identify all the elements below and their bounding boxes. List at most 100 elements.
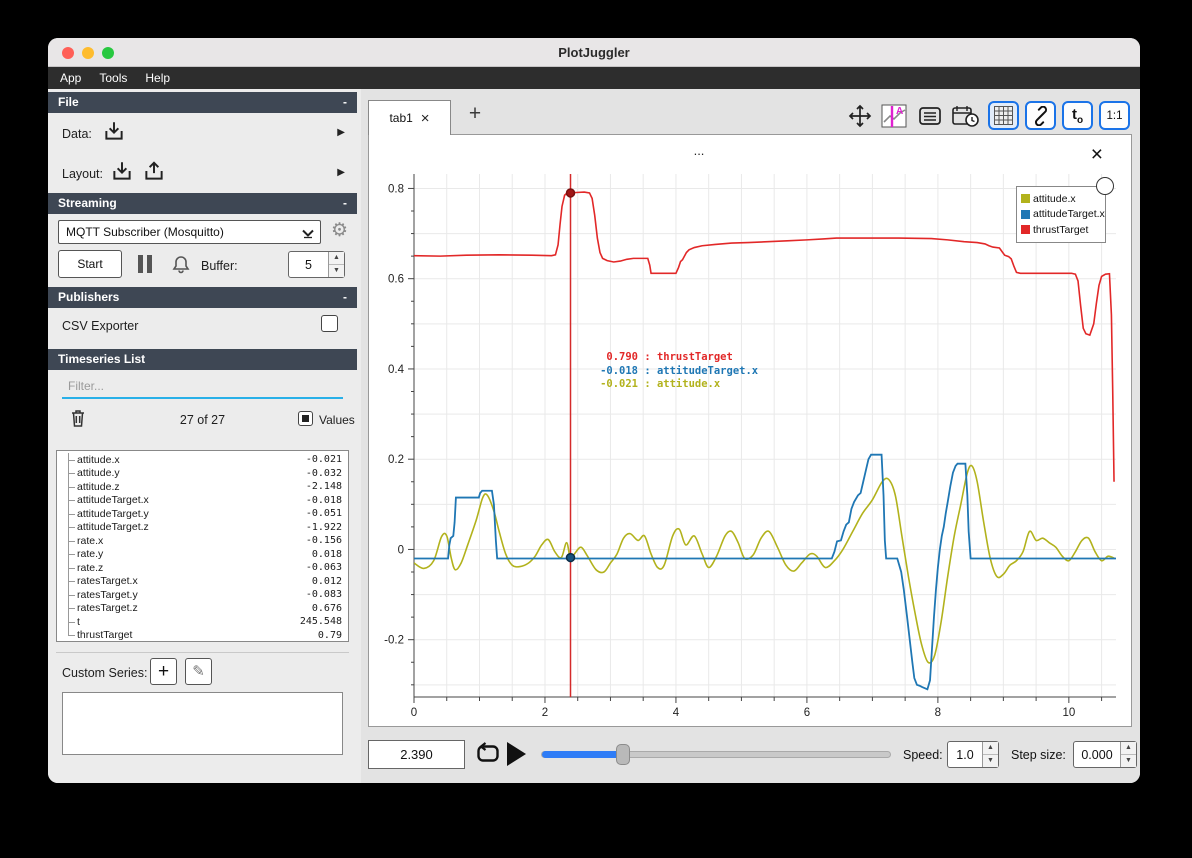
plot-close-icon[interactable]: × bbox=[1091, 144, 1103, 165]
play-button[interactable] bbox=[507, 742, 526, 766]
notifications-bell-icon[interactable] bbox=[170, 253, 192, 275]
legend-entry-attitudeTarget.x[interactable]: attitudeTarget.x bbox=[1021, 207, 1105, 223]
time-offset-button[interactable]: to bbox=[1062, 101, 1093, 130]
spin-down-icon[interactable]: ▼ bbox=[329, 265, 344, 277]
load-data-icon[interactable] bbox=[102, 119, 126, 143]
timeseries-row-attitude.x[interactable]: attitude.x -0.021 bbox=[61, 453, 342, 467]
step-size-spinbox[interactable]: 0.000 ▲ ▼ bbox=[1073, 741, 1137, 768]
timeseries-list[interactable]: attitude.x -0.021 attitude.y -0.032 attitude… bbox=[56, 450, 349, 642]
data-submenu-arrow-icon[interactable]: ▶ bbox=[337, 127, 345, 138]
layout-submenu-arrow-icon[interactable]: ▶ bbox=[337, 167, 345, 178]
speed-label: Speed: bbox=[903, 748, 943, 762]
tree-branch-icon bbox=[61, 520, 77, 534]
pause-streaming-icon[interactable] bbox=[138, 255, 152, 273]
timeseries-value: 0.012 bbox=[311, 575, 342, 587]
toggle-grid-button[interactable] bbox=[988, 101, 1019, 130]
timeseries-row-attitudeTarget.z[interactable]: attitudeTarget.z -1.922 bbox=[61, 520, 342, 534]
curve-attitudeTarget.x[interactable] bbox=[414, 453, 1116, 691]
menu-item-app[interactable]: App bbox=[60, 71, 81, 85]
start-streaming-button[interactable]: Start bbox=[58, 250, 122, 278]
timeseries-section-header[interactable]: Timeseries List bbox=[48, 349, 357, 370]
timeseries-value: 0.79 bbox=[317, 629, 342, 641]
tab-close-icon[interactable]: × bbox=[421, 110, 430, 127]
legend-handle-icon[interactable] bbox=[1096, 177, 1114, 195]
loop-playback-icon[interactable] bbox=[475, 742, 501, 771]
speed-spinbox[interactable]: 1.0 ▲ ▼ bbox=[947, 741, 999, 768]
timeseries-row-rate.y[interactable]: rate.y 0.018 bbox=[61, 547, 342, 561]
svg-text:2: 2 bbox=[542, 707, 548, 719]
spin-up-icon[interactable]: ▲ bbox=[1121, 742, 1136, 755]
csv-exporter-checkbox[interactable] bbox=[321, 315, 338, 332]
collapse-icon[interactable]: - bbox=[343, 92, 347, 113]
timeseries-row-attitude.y[interactable]: attitude.y -0.032 bbox=[61, 466, 342, 480]
timeseries-name: ratesTarget.y bbox=[77, 588, 138, 601]
add-tab-button[interactable]: + bbox=[462, 102, 488, 126]
svg-text:-0.2: -0.2 bbox=[384, 635, 404, 647]
plot-title[interactable]: ... bbox=[687, 143, 711, 158]
add-custom-series-button[interactable]: + bbox=[150, 658, 177, 685]
buffer-spinbox[interactable]: 5 ▲ ▼ bbox=[288, 251, 345, 278]
timeseries-row-rate.x[interactable]: rate.x -0.156 bbox=[61, 534, 342, 548]
timeseries-row-thrustTarget[interactable]: thrustTarget 0.79 bbox=[61, 628, 342, 643]
menu-item-tools[interactable]: Tools bbox=[99, 71, 127, 85]
collapse-icon[interactable]: - bbox=[343, 287, 347, 308]
timeseries-name: rate.x bbox=[77, 534, 104, 547]
spin-up-icon[interactable]: ▲ bbox=[983, 742, 998, 755]
svg-text:6: 6 bbox=[804, 707, 810, 719]
spin-down-icon[interactable]: ▼ bbox=[983, 755, 998, 767]
save-layout-icon[interactable] bbox=[142, 159, 166, 183]
custom-series-list[interactable] bbox=[62, 692, 343, 755]
publishers-section-header[interactable]: Publishers - bbox=[48, 287, 357, 308]
time-slider[interactable] bbox=[541, 744, 891, 765]
edit-custom-series-button[interactable]: ✎ bbox=[185, 658, 212, 685]
timeseries-name: attitudeTarget.y bbox=[77, 507, 149, 520]
timeseries-value: -0.083 bbox=[305, 589, 342, 601]
curve-attitude.x[interactable] bbox=[414, 464, 1116, 664]
streaming-settings-gear-icon[interactable]: ⚙ bbox=[331, 219, 348, 242]
link-axes-button[interactable] bbox=[1025, 101, 1056, 130]
list-view-icon[interactable] bbox=[916, 102, 944, 130]
tree-branch-icon bbox=[61, 507, 77, 521]
timeseries-row-t[interactable]: t 245.548 bbox=[61, 615, 342, 629]
slider-handle[interactable] bbox=[616, 744, 631, 765]
timeseries-row-attitudeTarget.x[interactable]: attitudeTarget.x -0.018 bbox=[61, 493, 342, 507]
tooltip-line-attitudeTarget.x: -0.018 : attitudeTarget.x bbox=[600, 364, 759, 377]
legend-entry-thrustTarget[interactable]: thrustTarget bbox=[1021, 222, 1101, 238]
plot-legend[interactable]: attitude.x attitudeTarget.x thrustTarget bbox=[1016, 186, 1106, 243]
menu-item-help[interactable]: Help bbox=[145, 71, 170, 85]
values-checkbox[interactable] bbox=[298, 411, 313, 426]
collapse-icon[interactable]: - bbox=[343, 193, 347, 214]
tree-branch-icon bbox=[61, 574, 77, 588]
timeseries-row-rate.z[interactable]: rate.z -0.063 bbox=[61, 561, 342, 575]
streaming-section-title: Streaming bbox=[58, 196, 117, 210]
timeseries-value: -2.148 bbox=[305, 481, 342, 493]
streaming-section-header[interactable]: Streaming - bbox=[48, 193, 357, 214]
curve-thrustTarget[interactable] bbox=[414, 191, 1115, 482]
timeseries-row-attitudeTarget.y[interactable]: attitudeTarget.y -0.051 bbox=[61, 507, 342, 521]
tab-tab1[interactable]: tab1 × bbox=[368, 100, 451, 135]
menu-bar: App Tools Help bbox=[48, 67, 1140, 89]
timeseries-row-attitude.z[interactable]: attitude.z -2.148 bbox=[61, 480, 342, 494]
curve-tracker-icon[interactable]: A bbox=[880, 102, 910, 130]
datetime-icon[interactable] bbox=[950, 102, 982, 130]
timeseries-name: attitude.x bbox=[77, 453, 120, 466]
spin-down-icon[interactable]: ▼ bbox=[1121, 755, 1136, 767]
spin-up-icon[interactable]: ▲ bbox=[329, 252, 344, 265]
timeseries-row-ratesTarget.x[interactable]: ratesTarget.x 0.012 bbox=[61, 574, 342, 588]
ratio-1to1-button[interactable]: 1:1 bbox=[1099, 101, 1130, 130]
filter-input[interactable]: Filter... bbox=[68, 379, 104, 393]
load-layout-icon[interactable] bbox=[110, 159, 134, 183]
pan-arrows-icon[interactable] bbox=[846, 102, 874, 130]
timeseries-row-ratesTarget.y[interactable]: ratesTarget.y -0.083 bbox=[61, 588, 342, 602]
legend-entry-attitude.x[interactable]: attitude.x bbox=[1021, 191, 1101, 207]
one-to-one-label: 1:1 bbox=[1106, 109, 1123, 122]
streaming-source-select[interactable]: MQTT Subscriber (Mosquitto) bbox=[58, 220, 321, 244]
file-section-header[interactable]: File - bbox=[48, 92, 357, 113]
title-bar: PlotJuggler bbox=[48, 38, 1140, 67]
timeseries-row-ratesTarget.z[interactable]: ratesTarget.z 0.676 bbox=[61, 601, 342, 615]
tab-label: tab1 bbox=[389, 111, 413, 125]
timeseries-value: -1.922 bbox=[305, 521, 342, 533]
buffer-label: Buffer: bbox=[201, 259, 238, 273]
tracker-time-field[interactable]: 2.390 bbox=[368, 740, 465, 769]
legend-color-swatch bbox=[1021, 225, 1030, 235]
